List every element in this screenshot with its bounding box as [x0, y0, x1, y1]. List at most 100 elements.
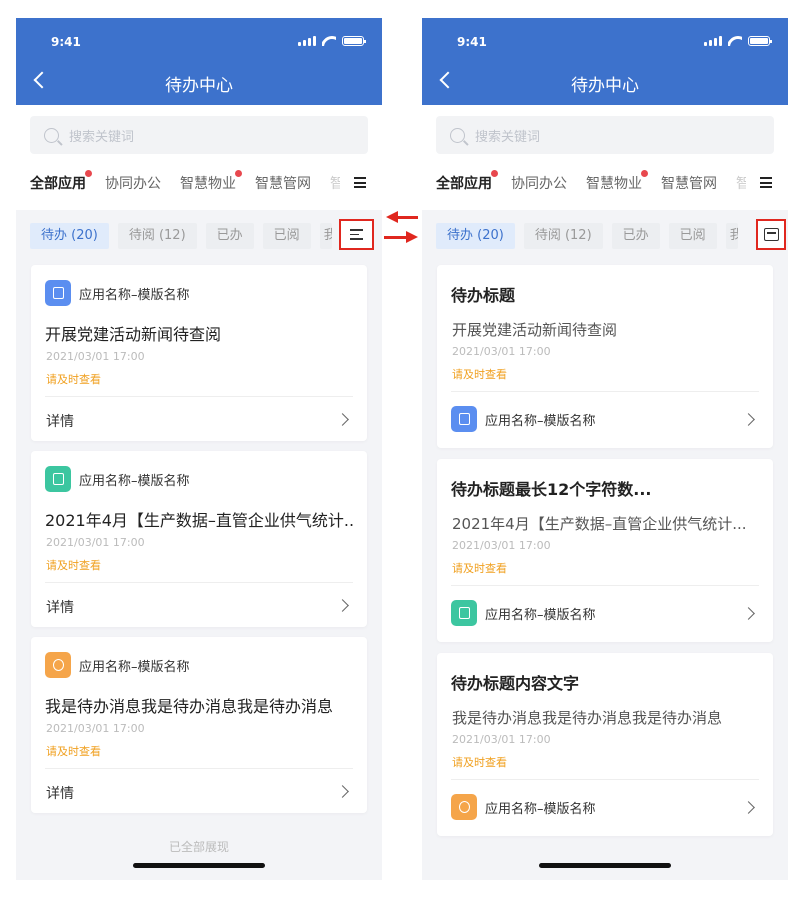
- home-indicator: [133, 863, 265, 868]
- reminder-text: 请及时查看: [46, 373, 101, 386]
- category-tab-collab[interactable]: 协同办公: [511, 173, 567, 193]
- todo-card[interactable]: 待办标题内容文字 我是待办消息我是待办消息我是待办消息 2021/03/01 1…: [437, 653, 773, 836]
- todo-card[interactable]: 待办标题 开展党建活动新闻待查阅 2021/03/01 17:00 请及时查看 …: [437, 265, 773, 448]
- status-filter-row: 待办 (20) 待阅 (12) 已办 已阅 我: [436, 223, 788, 249]
- message-subtitle: 2021年4月【生产数据–直管企业供气统计...: [452, 515, 747, 533]
- divider: [45, 396, 353, 397]
- filter-done[interactable]: 已办: [205, 223, 254, 249]
- app-header: 9:41 待办中心: [16, 18, 382, 105]
- category-tab-collab[interactable]: 协同办公: [105, 173, 161, 193]
- message-time: 2021/03/01 17:00: [452, 345, 551, 358]
- app-name: 应用名称–模版名称: [485, 801, 596, 817]
- filter-overflow[interactable]: 我: [319, 223, 332, 249]
- chevron-right-icon[interactable]: [336, 785, 349, 798]
- filter-todo[interactable]: 待办 (20): [436, 223, 515, 249]
- search-placeholder: 搜索关键词: [69, 129, 135, 145]
- filter-todo[interactable]: 待办 (20): [30, 223, 109, 249]
- card-heading: 待办标题内容文字: [451, 674, 580, 693]
- clipboard-icon: [451, 600, 477, 626]
- calendar-icon: [45, 280, 71, 306]
- category-tab-overflow[interactable]: 智: [736, 173, 746, 193]
- unread-badge: [491, 170, 498, 177]
- todo-card[interactable]: 应用名称–模版名称 开展党建活动新闻待查阅 2021/03/01 17:00 请…: [31, 265, 367, 441]
- detail-link[interactable]: 详情: [46, 597, 74, 617]
- money-bag-icon: [451, 794, 477, 820]
- category-tabs: 全部应用 协同办公 智慧物业 智慧管网 智: [30, 170, 368, 195]
- detail-link[interactable]: 详情: [46, 783, 74, 803]
- view-toggle-button[interactable]: [756, 219, 786, 250]
- status-filter-row: 待办 (20) 待阅 (12) 已办 已阅 我: [30, 223, 382, 249]
- category-tab-all[interactable]: 全部应用: [436, 170, 498, 193]
- divider: [451, 779, 759, 780]
- app-name: 应用名称–模版名称: [485, 413, 596, 429]
- status-time: 9:41: [51, 35, 81, 49]
- chevron-right-icon[interactable]: [742, 607, 755, 620]
- message-title: 开展党建活动新闻待查阅: [45, 325, 222, 344]
- filter-done[interactable]: 已办: [611, 223, 660, 249]
- category-tab-all[interactable]: 全部应用: [30, 170, 92, 193]
- message-time: 2021/03/01 17:00: [46, 722, 145, 735]
- app-info[interactable]: 应用名称–模版名称: [451, 794, 596, 820]
- app-name: 应用名称–模版名称: [79, 473, 190, 489]
- reminder-text: 请及时查看: [452, 756, 507, 769]
- phone-list-view: 9:41 待办中心 搜索关键词 全部应用 协同办公 智慧物业 智慧管网 智 待办…: [16, 18, 382, 880]
- chevron-right-icon[interactable]: [336, 413, 349, 426]
- status-time: 9:41: [457, 35, 487, 49]
- status-icons: [298, 36, 366, 46]
- signal-icon: [298, 36, 316, 46]
- chevron-right-icon[interactable]: [742, 801, 755, 814]
- category-tab-pipeline[interactable]: 智慧管网: [661, 173, 717, 193]
- search-and-categories: 搜索关键词 全部应用 协同办公 智慧物业 智慧管网 智: [16, 105, 382, 210]
- todo-card[interactable]: 应用名称–模版名称 我是待办消息我是待办消息我是待办消息 2021/03/01 …: [31, 637, 367, 813]
- app-header: 9:41 待办中心: [422, 18, 788, 105]
- page-title: 待办中心: [165, 76, 233, 96]
- divider: [45, 582, 353, 583]
- filter-read[interactable]: 已阅: [262, 223, 311, 249]
- category-tab-pipeline[interactable]: 智慧管网: [255, 173, 311, 193]
- todo-card[interactable]: 待办标题最长12个字符数... 2021年4月【生产数据–直管企业供气统计...…: [437, 459, 773, 642]
- card-heading: 待办标题: [451, 286, 516, 305]
- message-subtitle: 开展党建活动新闻待查阅: [452, 321, 618, 339]
- category-tab-property[interactable]: 智慧物业: [586, 170, 648, 193]
- home-indicator: [539, 863, 671, 868]
- reminder-text: 请及时查看: [452, 562, 507, 575]
- end-of-list-text: 已全部展现: [168, 840, 229, 854]
- category-menu-icon[interactable]: [760, 177, 772, 188]
- search-and-categories: 搜索关键词 全部应用 协同办公 智慧物业 智慧管网 智: [422, 105, 788, 210]
- search-input[interactable]: 搜索关键词: [436, 116, 774, 154]
- arrow-left-icon: [386, 211, 418, 223]
- chevron-right-icon[interactable]: [742, 413, 755, 426]
- view-toggle-button[interactable]: [339, 219, 374, 250]
- chevron-right-icon[interactable]: [336, 599, 349, 612]
- filter-overflow[interactable]: 我: [725, 223, 738, 249]
- search-icon: [44, 127, 59, 143]
- card-view-icon: [764, 228, 779, 241]
- category-tab-property[interactable]: 智慧物业: [180, 170, 242, 193]
- message-time: 2021/03/01 17:00: [46, 536, 145, 549]
- search-icon: [450, 127, 465, 143]
- filter-to-read[interactable]: 待阅 (12): [117, 223, 197, 249]
- clipboard-icon: [45, 466, 71, 492]
- filter-to-read[interactable]: 待阅 (12): [523, 223, 603, 249]
- app-name: 应用名称–模版名称: [79, 659, 190, 675]
- arrow-right-icon: [384, 231, 418, 243]
- app-name: 应用名称–模版名称: [485, 607, 596, 623]
- app-name: 应用名称–模版名称: [79, 287, 190, 303]
- app-info[interactable]: 应用名称–模版名称: [451, 600, 596, 626]
- category-tab-overflow[interactable]: 智: [330, 173, 340, 193]
- search-input[interactable]: 搜索关键词: [30, 116, 368, 154]
- filter-read[interactable]: 已阅: [668, 223, 717, 249]
- page-title: 待办中心: [571, 76, 639, 96]
- detail-link[interactable]: 详情: [46, 411, 74, 431]
- card-heading: 待办标题最长12个字符数...: [451, 480, 652, 499]
- phone-card-view: 9:41 待办中心 搜索关键词 全部应用 协同办公 智慧物业 智慧管网 智 待办…: [422, 18, 788, 880]
- app-info: 应用名称–模版名称: [45, 466, 190, 492]
- category-tabs: 全部应用 协同办公 智慧物业 智慧管网 智: [436, 170, 774, 195]
- message-time: 2021/03/01 17:00: [452, 539, 551, 552]
- category-menu-icon[interactable]: [354, 177, 366, 188]
- app-info[interactable]: 应用名称–模版名称: [451, 406, 596, 432]
- message-title: 我是待办消息我是待办消息我是待办消息: [45, 697, 334, 716]
- message-title: 2021年4月【生产数据–直管企业供气统计...: [45, 511, 353, 530]
- todo-card[interactable]: 应用名称–模版名称 2021年4月【生产数据–直管企业供气统计... 2021/…: [31, 451, 367, 627]
- list-view-icon: [350, 229, 363, 240]
